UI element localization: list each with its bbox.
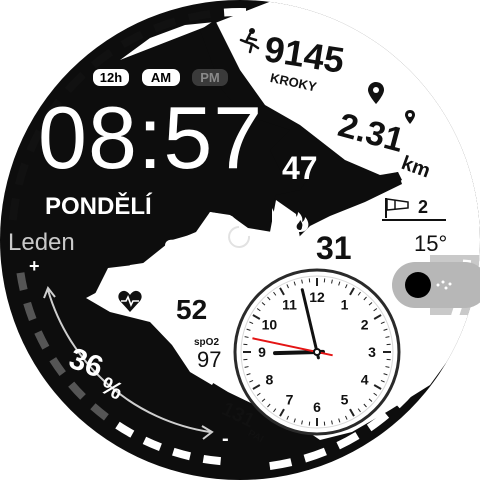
temperature-value: 15° xyxy=(414,231,448,256)
clock-numeral: 5 xyxy=(341,392,349,408)
watch-face: 1 2 3 4 5 6 7 8 9 10 11 12 12h AM PM 08:… xyxy=(0,0,480,480)
increase-label[interactable]: + xyxy=(29,256,40,277)
day-of-month: 31 xyxy=(316,230,352,266)
clock-numeral: 2 xyxy=(361,317,369,333)
clock-numeral: 6 xyxy=(313,399,321,415)
clock-numeral: 4 xyxy=(361,372,369,388)
clock-numeral: 10 xyxy=(262,317,278,333)
digital-time: 08:57 xyxy=(38,88,264,187)
clock-numeral: 7 xyxy=(286,392,294,408)
spo2-value: 97 xyxy=(197,347,222,372)
heart-rate-value: 52 xyxy=(176,294,208,325)
am-badge[interactable]: AM xyxy=(142,69,180,86)
decrease-label[interactable]: - xyxy=(222,428,229,451)
clock-numeral: 1 xyxy=(341,296,349,312)
clock-numeral: 12 xyxy=(309,289,325,305)
small-value: 9 xyxy=(164,234,180,265)
time-format-badge[interactable]: 12h xyxy=(93,69,129,86)
clock-numeral: 11 xyxy=(282,296,297,312)
pm-badge[interactable]: PM xyxy=(192,69,228,86)
month-label: Leden xyxy=(8,229,75,256)
weekday-label: PONDĚLÍ xyxy=(45,193,152,220)
aod-toggle[interactable] xyxy=(392,262,480,308)
clock-numeral: 8 xyxy=(265,372,273,388)
analog-clock: 1234567891011 12 xyxy=(233,268,401,436)
clock-numeral: 3 xyxy=(368,344,376,360)
seconds-value: 47 xyxy=(282,150,318,186)
clock-numeral: 9 xyxy=(258,344,266,360)
wind-value: 2 xyxy=(418,197,429,217)
